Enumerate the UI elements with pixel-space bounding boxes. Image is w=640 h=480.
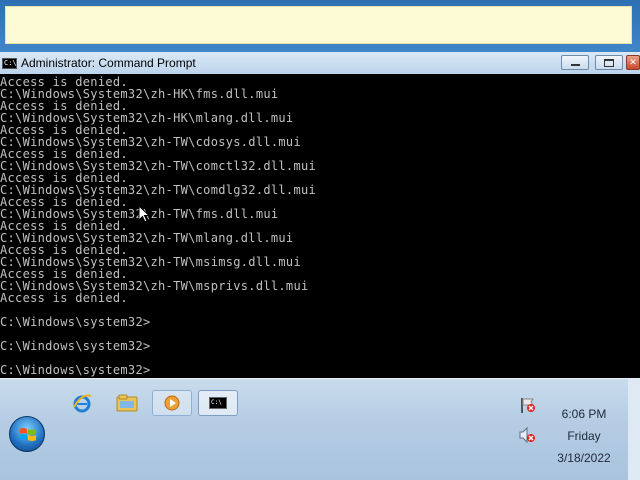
action-center-flag-icon[interactable] xyxy=(518,396,536,414)
console-output[interactable]: Access is denied. C:\Windows\System32\zh-… xyxy=(0,74,640,378)
console-line: C:\Windows\system32> xyxy=(0,315,151,329)
desktop-top-strip xyxy=(0,0,640,52)
command-prompt-taskbar-button[interactable]: C:\ xyxy=(198,390,238,416)
windows-logo-icon xyxy=(20,428,36,441)
command-prompt-window[interactable]: C:\ Administrator: Command Prompt ✕ Acce… xyxy=(0,52,640,378)
show-desktop-button[interactable] xyxy=(628,379,640,480)
minimize-button[interactable] xyxy=(561,55,589,70)
minimize-icon xyxy=(570,63,580,66)
taskbar: C:\ 6:06 PM Friday 3/18/2022 xyxy=(0,378,640,480)
console-line: C:\Windows\system32> xyxy=(0,363,151,377)
system-clock[interactable]: 6:06 PM Friday 3/18/2022 xyxy=(548,403,620,469)
clock-date: 3/18/2022 xyxy=(557,451,611,465)
volume-muted-icon[interactable] xyxy=(518,426,536,444)
command-prompt-icon: C:\ xyxy=(209,397,227,409)
maximize-button[interactable] xyxy=(595,55,623,70)
console-line: C:\Windows\system32> xyxy=(0,339,151,353)
maximize-icon xyxy=(604,58,614,67)
window-title: Administrator: Command Prompt xyxy=(21,56,196,70)
title-bar[interactable]: C:\ Administrator: Command Prompt ✕ xyxy=(0,52,640,74)
media-player-taskbar-button[interactable] xyxy=(152,390,192,416)
close-icon: ✕ xyxy=(629,57,637,68)
clock-day: Friday xyxy=(567,429,601,443)
start-button[interactable] xyxy=(9,416,45,452)
media-player-icon xyxy=(164,395,180,411)
internet-explorer-icon xyxy=(73,394,92,413)
internet-explorer-taskbar-button[interactable] xyxy=(62,390,102,416)
mouse-pointer-icon xyxy=(138,205,150,223)
close-button[interactable]: ✕ xyxy=(626,55,640,70)
cmd-icon: C:\ xyxy=(2,57,17,69)
windows-explorer-taskbar-button[interactable] xyxy=(107,390,147,416)
console-line: Access is denied. xyxy=(0,291,128,305)
notification-bar[interactable] xyxy=(5,6,632,44)
clock-time: 6:06 PM xyxy=(561,407,607,421)
windows-explorer-icon xyxy=(116,394,138,412)
